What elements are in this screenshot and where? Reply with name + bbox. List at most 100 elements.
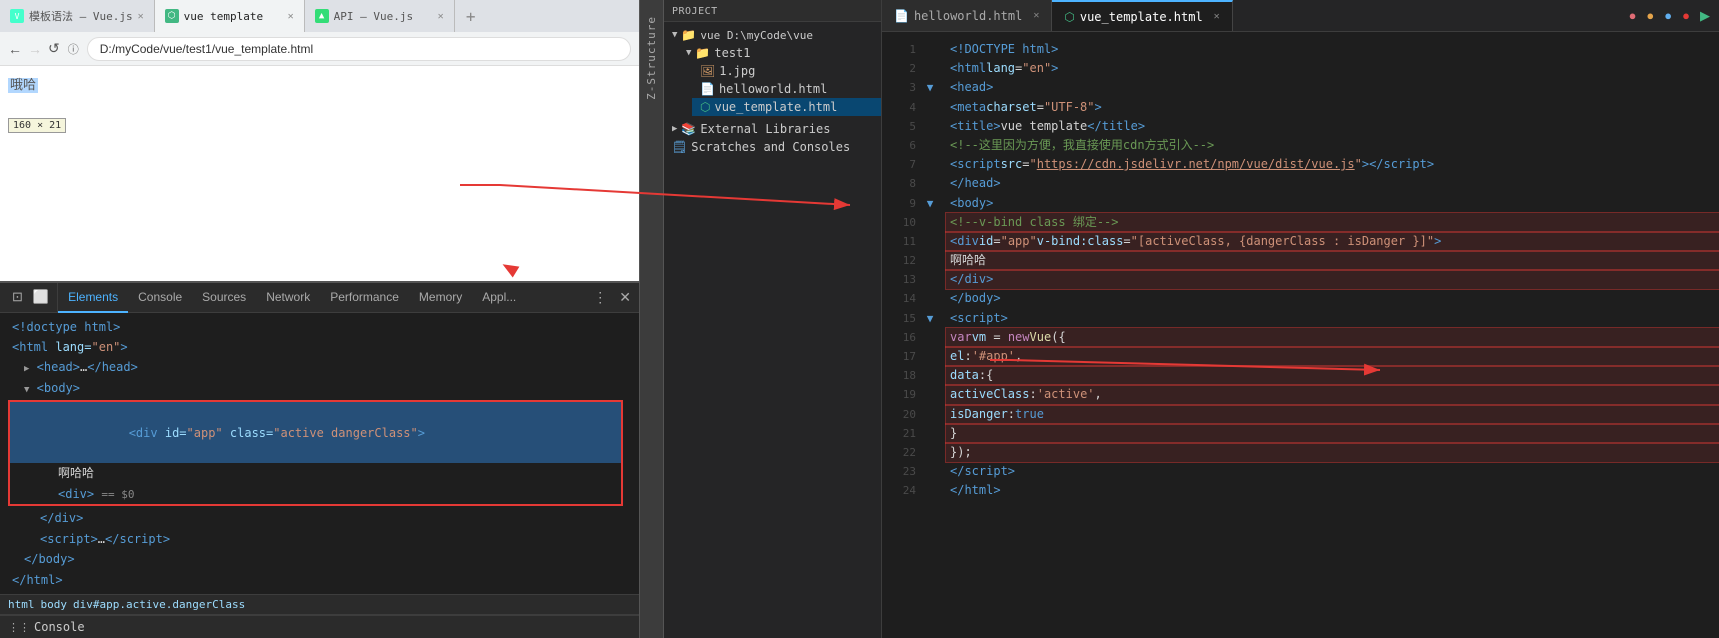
devtools-close-btn[interactable]: ✕ (615, 285, 635, 310)
browser-tab-1[interactable]: V 模板语法 — Vue.js ✕ (0, 0, 155, 32)
ln-9: 9 (882, 194, 916, 213)
code-line-15[interactable]: <script> (946, 309, 1719, 328)
dom-line-4[interactable]: ▼ <body> (8, 378, 631, 398)
fold-2 (922, 59, 938, 78)
devtools-tab-memory[interactable]: Memory (409, 283, 472, 313)
code-line-2[interactable]: <html lang="en"> (946, 59, 1719, 78)
editor-tab1-close[interactable]: ✕ (1033, 10, 1039, 21)
code-line-17[interactable]: el: '#app', (946, 347, 1719, 366)
ln-12: 12 (882, 251, 916, 270)
ft-item-helloworld[interactable]: 📄 helloworld.html (692, 80, 881, 98)
tab3-label: API — Vue.js (334, 10, 413, 23)
ft-jpg-icon: 🖼 (700, 64, 715, 78)
ft-item-vue-template[interactable]: ⬡ vue_template.html (692, 98, 881, 116)
dom-line-3[interactable]: ▶ <head>…</head> (8, 357, 631, 377)
editor-toolbar-icons: ● ● ● ● ▶ (1626, 0, 1719, 31)
code-line-24[interactable]: </html> (946, 481, 1719, 500)
devtools-device-btn[interactable]: ⬜ (29, 285, 53, 309)
structure-sidebar: Z-Structure (640, 0, 664, 638)
reload-btn[interactable]: ↺ (48, 40, 60, 57)
browser-tab-3[interactable]: ▲ API — Vue.js ✕ (305, 0, 455, 32)
ft-label-vue: vue D:\myCode\vue (700, 29, 813, 42)
info-icon: ⓘ (68, 41, 79, 57)
dom-line-6[interactable]: 啊哈哈 (10, 463, 621, 483)
editor-tab-helloworld[interactable]: 📄 helloworld.html ✕ (882, 0, 1052, 31)
code-line-21[interactable]: } (946, 424, 1719, 443)
code-line-20[interactable]: isDanger: true (946, 405, 1719, 424)
code-line-12[interactable]: 啊哈哈 (946, 251, 1719, 270)
editor-tab2-close[interactable]: ✕ (1214, 11, 1220, 22)
code-line-6[interactable]: <!--这里因为方便，我直接使用cdn方式引入--> (946, 136, 1719, 155)
fold-8 (922, 174, 938, 193)
devtools-tab-performance[interactable]: Performance (320, 283, 409, 313)
ft-item-jpg[interactable]: 🖼 1.jpg (692, 62, 881, 80)
fold-9[interactable]: ▼ (922, 194, 938, 213)
editor-icon-chrome[interactable]: ● (1626, 5, 1640, 26)
devtools-tab-network[interactable]: Network (256, 283, 320, 313)
url-input[interactable] (87, 37, 631, 61)
code-line-7[interactable]: <script src="https://cdn.jsdelivr.net/np… (946, 155, 1719, 174)
code-line-10[interactable]: <!--v-bind class 绑定--> (946, 213, 1719, 232)
dom-line-11[interactable]: </html> (8, 570, 631, 590)
dom-line-7[interactable]: <div> == $0 (10, 484, 621, 505)
ft-item-vue-root[interactable]: ▼ 📁 vue D:\myCode\vue (664, 26, 881, 44)
devtools-tab-appl[interactable]: Appl... (472, 283, 526, 313)
editor-icon-firefox[interactable]: ● (1643, 5, 1657, 26)
breadcrumb-html[interactable]: html (8, 598, 35, 611)
editor-icon-run[interactable]: ● (1679, 5, 1693, 26)
fold-4 (922, 98, 938, 117)
fold-13 (922, 270, 938, 289)
ln-13: 13 (882, 270, 916, 289)
breadcrumb-div[interactable]: div#app.active.dangerClass (73, 598, 245, 611)
code-line-3[interactable]: <head> (946, 78, 1719, 97)
code-line-23[interactable]: </script> (946, 462, 1719, 481)
code-line-22[interactable]: }); (946, 443, 1719, 462)
dom-line-10[interactable]: </body> (8, 549, 631, 569)
tab2-close[interactable]: ✕ (288, 11, 294, 22)
devtools-tab-elements[interactable]: Elements (58, 283, 128, 313)
code-line-19[interactable]: activeClass: 'active', (946, 385, 1719, 404)
devtools-inspect-btn[interactable]: ⊡ (8, 285, 27, 309)
editor-icon-edge[interactable]: ● (1661, 5, 1675, 26)
back-btn[interactable]: ← (8, 41, 22, 57)
forward-btn[interactable]: → (28, 41, 42, 57)
editor-tab-vue-template[interactable]: ⬡ vue_template.html ✕ (1052, 0, 1232, 31)
ft-item-ext-libs[interactable]: ▶ 📚 External Libraries (664, 120, 881, 138)
tab3-close[interactable]: ✕ (438, 11, 444, 22)
dom-line-1[interactable]: <!doctype html> (8, 317, 631, 337)
ln-6: 6 (882, 136, 916, 155)
dom-breadcrumb: html body div#app.active.dangerClass (0, 594, 639, 614)
editor-tab1-label: helloworld.html (914, 9, 1022, 23)
new-tab-btn[interactable]: + (455, 0, 487, 32)
console-toggle[interactable]: ⋮⋮ Console (0, 614, 639, 638)
dom-line-2[interactable]: <html lang="en"> (8, 337, 631, 357)
code-line-14[interactable]: </body> (946, 289, 1719, 308)
dom-line-8[interactable]: </div> (8, 508, 631, 528)
filetree-body: ▼ 📁 vue D:\myCode\vue ▼ 📁 test1 🖼 1.jpg … (664, 22, 881, 638)
devtools-tab-sources[interactable]: Sources (192, 283, 256, 313)
code-line-4[interactable]: <meta charset="UTF-8"> (946, 98, 1719, 117)
code-line-16[interactable]: var vm = new Vue({ (946, 328, 1719, 347)
fold-3[interactable]: ▼ (922, 78, 938, 97)
code-line-13[interactable]: </div> (946, 270, 1719, 289)
devtools-tab-console[interactable]: Console (128, 283, 192, 313)
editor-icon-bug[interactable]: ▶ (1697, 5, 1713, 27)
dom-line-5[interactable]: <div id="app" class="active dangerClass"… (10, 402, 621, 463)
ln-18: 18 (882, 366, 916, 385)
dom-line-9[interactable]: <script>…</script> (8, 529, 631, 549)
fold-21 (922, 424, 938, 443)
code-line-18[interactable]: data: { (946, 366, 1719, 385)
devtools-more-btn[interactable]: ⋮ (589, 285, 611, 310)
code-line-9[interactable]: <body> (946, 194, 1719, 213)
code-line-8[interactable]: </head> (946, 174, 1719, 193)
code-line-11[interactable]: <div id="app" v-bind:class="[activeClass… (946, 232, 1719, 251)
browser-tab-2[interactable]: ⬡ vue template ✕ (155, 0, 305, 32)
code-line-5[interactable]: <title>vue template</title> (946, 117, 1719, 136)
fold-15[interactable]: ▼ (922, 309, 938, 328)
code-line-1[interactable]: <!DOCTYPE html> (946, 40, 1719, 59)
tab1-close[interactable]: ✕ (138, 11, 144, 22)
ft-item-scratches[interactable]: 🗒 Scratches and Consoles (664, 138, 881, 156)
breadcrumb-body[interactable]: body (41, 598, 68, 611)
ft-item-test1[interactable]: ▼ 📁 test1 (678, 44, 881, 62)
ft-label-helloworld: helloworld.html (719, 82, 827, 96)
